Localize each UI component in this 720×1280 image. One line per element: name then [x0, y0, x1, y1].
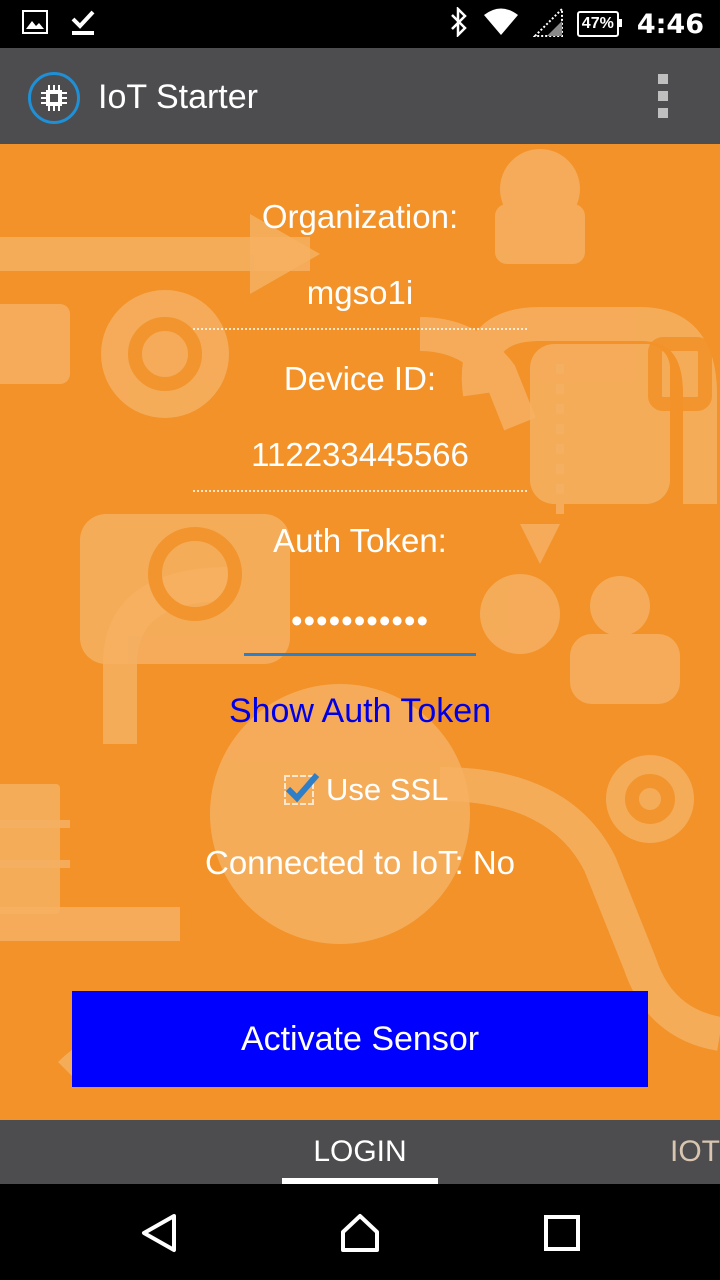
tab-bar: LOGIN IOT	[0, 1120, 720, 1184]
battery-icon: 47%	[576, 11, 622, 37]
organization-label: Organization:	[261, 198, 459, 235]
battery-level: 47%	[581, 15, 614, 32]
show-auth-token-link[interactable]: Show Auth Token	[0, 692, 720, 731]
login-screen: Organization: mgso1i Device ID: 11223344…	[0, 144, 720, 1120]
checkmark-icon	[285, 773, 320, 803]
image-icon	[22, 10, 48, 39]
recents-icon[interactable]	[541, 1212, 583, 1254]
bluetooth-icon	[449, 5, 469, 42]
back-icon[interactable]	[138, 1212, 180, 1254]
overflow-menu-icon[interactable]	[658, 74, 670, 118]
use-ssl-label: Use SSL	[326, 772, 449, 807]
organization-field[interactable]: mgso1i	[193, 274, 527, 330]
clock: 4:46	[636, 8, 704, 40]
navigation-bar	[0, 1184, 720, 1280]
wifi-icon	[483, 8, 519, 41]
auth-token-label: Auth Token:	[273, 522, 447, 559]
tab-login[interactable]: LOGIN	[282, 1120, 438, 1184]
cell-signal-icon	[532, 6, 563, 42]
chip-icon	[28, 72, 80, 124]
tab-iot[interactable]: IOT	[670, 1120, 720, 1184]
activate-sensor-button[interactable]: Activate Sensor	[72, 991, 648, 1087]
use-ssl-checkbox[interactable]	[284, 773, 320, 805]
auth-token-field[interactable]: •••••••••••	[244, 602, 476, 656]
connection-status: Connected to IoT: No	[204, 844, 516, 881]
device-id-field[interactable]: 112233445566	[193, 436, 527, 492]
home-icon[interactable]	[339, 1212, 381, 1254]
status-bar: 47% 4:46	[0, 0, 720, 48]
app-bar: IoT Starter	[0, 48, 720, 144]
app-title: IoT Starter	[98, 78, 258, 116]
use-ssl-row[interactable]: Use SSL	[284, 772, 448, 808]
device-id-label: Device ID:	[283, 360, 437, 397]
download-done-icon	[70, 8, 96, 41]
